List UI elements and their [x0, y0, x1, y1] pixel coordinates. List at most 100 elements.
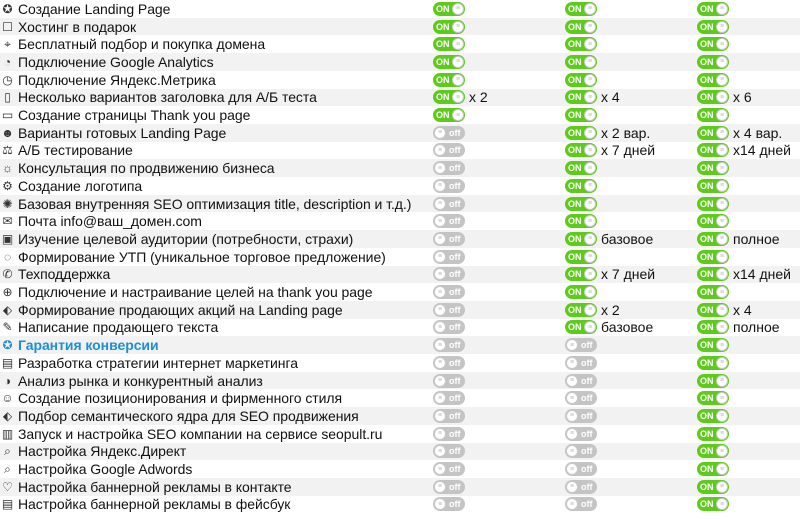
toggle-switch-off[interactable]: off ≡ — [433, 497, 465, 512]
toggle-switch-on[interactable]: ON ≡ — [697, 231, 729, 246]
toggle-knob-icon: ≡ — [584, 55, 596, 68]
feature-label: Разработка стратегии интернет маркетинга — [18, 354, 298, 371]
toggle-switch-on[interactable]: ON ≡ — [697, 391, 729, 406]
toggle-switch-on[interactable]: ON ≡ — [697, 479, 729, 494]
toggle-switch-off[interactable]: off ≡ — [433, 302, 465, 317]
toggle-switch-off[interactable]: off ≡ — [565, 355, 597, 370]
toggle-switch-on[interactable]: ON ≡ — [565, 161, 597, 176]
toggle-switch-on[interactable]: ON ≡ — [565, 178, 597, 193]
toggle-switch-off[interactable]: off ≡ — [433, 267, 465, 282]
toggle-label: ON — [700, 110, 714, 121]
toggle-switch-on[interactable]: ON ≡ — [565, 143, 597, 158]
toggle-knob-icon: ≡ — [584, 303, 596, 316]
option-cell-tariff-1: off ≡ — [433, 407, 465, 425]
toggle-switch-on[interactable]: ON ≡ — [697, 90, 729, 105]
toggle-switch-on[interactable]: ON ≡ — [697, 373, 729, 388]
toggle-switch-on[interactable]: ON ≡ — [697, 178, 729, 193]
toggle-switch-on[interactable]: ON ≡ — [697, 320, 729, 335]
toggle-switch-off[interactable]: off ≡ — [565, 462, 597, 477]
toggle-switch-on[interactable]: ON ≡ — [697, 267, 729, 282]
feature-cell: ✪ Гарантия конверсии — [0, 336, 158, 354]
option-cell-tariff-1: off ≡ — [433, 212, 465, 230]
toggle-switch-on[interactable]: ON ≡ — [433, 37, 465, 52]
toggle-switch-on[interactable]: ON ≡ — [565, 249, 597, 264]
toggle-switch-on[interactable]: ON ≡ — [565, 125, 597, 140]
toggle-switch-off[interactable]: off ≡ — [565, 497, 597, 512]
toggle-switch-on[interactable]: ON ≡ — [697, 214, 729, 229]
toggle-switch-off[interactable]: off ≡ — [433, 231, 465, 246]
toggle-switch-on[interactable]: ON ≡ — [697, 37, 729, 52]
toggle-switch-off[interactable]: off ≡ — [565, 408, 597, 423]
toggle-switch-off[interactable]: off ≡ — [433, 338, 465, 353]
toggle-switch-on[interactable]: ON ≡ — [565, 196, 597, 211]
toggle-switch-off[interactable]: off ≡ — [433, 249, 465, 264]
toggle-switch-on[interactable]: ON ≡ — [697, 54, 729, 69]
toggle-switch-on[interactable]: ON ≡ — [433, 108, 465, 123]
toggle-switch-off[interactable]: off ≡ — [433, 214, 465, 229]
toggle-switch-on[interactable]: ON ≡ — [697, 338, 729, 353]
toggle-switch-off[interactable]: off ≡ — [433, 285, 465, 300]
toggle-switch-on[interactable]: ON ≡ — [697, 302, 729, 317]
toggle-switch-off[interactable]: off ≡ — [433, 462, 465, 477]
toggle-switch-on[interactable]: ON ≡ — [433, 90, 465, 105]
toggle-switch-on[interactable]: ON ≡ — [565, 54, 597, 69]
toggle-switch-on[interactable]: ON ≡ — [697, 125, 729, 140]
toggle-switch-on[interactable]: ON ≡ — [565, 285, 597, 300]
toggle-switch-off[interactable]: off ≡ — [433, 479, 465, 494]
table-row: ⌕ Настройка Яндекс.Директ off ≡ off ≡ ON ≡ — [0, 442, 800, 461]
toggle-switch-on[interactable]: ON ≡ — [565, 108, 597, 123]
toggle-switch-off[interactable]: off ≡ — [433, 426, 465, 441]
toggle-switch-on[interactable]: ON ≡ — [697, 19, 729, 34]
toggle-switch-on[interactable]: ON ≡ — [565, 320, 597, 335]
toggle-switch-on[interactable]: ON ≡ — [697, 161, 729, 176]
toggle-switch-on[interactable]: ON ≡ — [565, 19, 597, 34]
toggle-switch-on[interactable]: ON ≡ — [697, 196, 729, 211]
toggle-switch-on[interactable]: ON ≡ — [697, 249, 729, 264]
toggle-switch-on[interactable]: ON ≡ — [697, 497, 729, 512]
toggle-switch-off[interactable]: off ≡ — [433, 178, 465, 193]
toggle-switch-on[interactable]: ON ≡ — [697, 444, 729, 459]
toggle-switch-on[interactable]: ON ≡ — [565, 37, 597, 52]
toggle-switch-on[interactable]: ON ≡ — [697, 108, 729, 123]
toggle-switch-on[interactable]: ON ≡ — [697, 1, 729, 16]
toggle-switch-off[interactable]: off ≡ — [565, 444, 597, 459]
toggle-switch-on[interactable]: ON ≡ — [697, 462, 729, 477]
toggle-switch-off[interactable]: off ≡ — [433, 408, 465, 423]
toggle-switch-off[interactable]: off ≡ — [433, 143, 465, 158]
toggle-switch-on[interactable]: ON ≡ — [697, 143, 729, 158]
toggle-switch-off[interactable]: off ≡ — [565, 391, 597, 406]
toggle-switch-on[interactable]: ON ≡ — [565, 302, 597, 317]
toggle-switch-on[interactable]: ON ≡ — [697, 355, 729, 370]
toggle-switch-off[interactable]: off ≡ — [433, 355, 465, 370]
toggle-switch-on[interactable]: ON ≡ — [433, 1, 465, 16]
toggle-label: ON — [568, 304, 582, 315]
toggle-switch-off[interactable]: off ≡ — [565, 479, 597, 494]
toggle-switch-on[interactable]: ON ≡ — [565, 72, 597, 87]
toggle-switch-on[interactable]: ON ≡ — [697, 426, 729, 441]
toggle-switch-on[interactable]: ON ≡ — [433, 72, 465, 87]
toggle-switch-on[interactable]: ON ≡ — [433, 19, 465, 34]
toggle-switch-on[interactable]: ON ≡ — [433, 54, 465, 69]
toggle-switch-off[interactable]: off ≡ — [433, 444, 465, 459]
toggle-switch-on[interactable]: ON ≡ — [697, 285, 729, 300]
toggle-switch-off[interactable]: off ≡ — [433, 161, 465, 176]
toggle-switch-on[interactable]: ON ≡ — [697, 72, 729, 87]
toggle-switch-off[interactable]: off ≡ — [565, 338, 597, 353]
toggle-switch-on[interactable]: ON ≡ — [565, 214, 597, 229]
toggle-switch-on[interactable]: ON ≡ — [565, 1, 597, 16]
toggle-switch-off[interactable]: off ≡ — [433, 391, 465, 406]
toggle-switch-off[interactable]: off ≡ — [565, 373, 597, 388]
toggle-switch-off[interactable]: off ≡ — [433, 320, 465, 335]
toggle-switch-on[interactable]: ON ≡ — [565, 267, 597, 282]
option-note: x 4 — [733, 301, 752, 318]
toggle-switch-off[interactable]: off ≡ — [565, 426, 597, 441]
option-cell-tariff-2: off ≡ — [565, 478, 597, 496]
option-cell-tariff-2: ON ≡ x 2 вар. — [565, 124, 650, 142]
toggle-switch-on[interactable]: ON ≡ — [697, 408, 729, 423]
toggle-switch-on[interactable]: ON ≡ — [565, 90, 597, 105]
toggle-switch-off[interactable]: off ≡ — [433, 373, 465, 388]
toggle-switch-off[interactable]: off ≡ — [433, 196, 465, 211]
toggle-switch-on[interactable]: ON ≡ — [565, 231, 597, 246]
toggle-switch-off[interactable]: off ≡ — [433, 125, 465, 140]
feature-cell: ◌ Формирование УТП (уникальное торговое п… — [0, 248, 386, 266]
